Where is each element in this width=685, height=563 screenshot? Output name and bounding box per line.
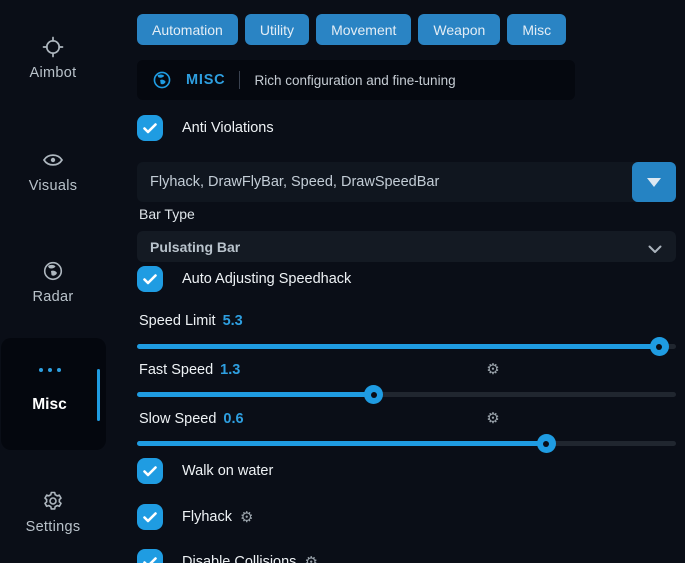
tab-automation[interactable]: Automation <box>137 14 238 45</box>
gear-icon[interactable]: ⚙ <box>483 362 503 377</box>
speed-limit-slider[interactable] <box>137 344 676 349</box>
sidebar-item-label: Radar <box>33 289 74 305</box>
sidebar-item-visuals[interactable]: Visuals <box>0 149 106 195</box>
checkbox-label: Auto Adjusting Speedhack <box>182 271 351 287</box>
checkbox-label: Anti Violations <box>182 120 274 136</box>
dots-icon <box>1 368 98 372</box>
globe-icon <box>42 260 64 282</box>
sidebar-item-label: Misc <box>1 396 98 414</box>
active-indicator <box>97 369 100 421</box>
sidebar-item-label: Visuals <box>29 178 78 194</box>
sidebar-item-misc[interactable]: Misc <box>1 338 106 450</box>
slow-speed-value: 0.6 <box>223 411 243 427</box>
sidebar-item-label: Settings <box>26 519 81 535</box>
crosshair-icon <box>42 36 64 58</box>
checkbox-checked-icon[interactable] <box>137 504 163 530</box>
checkbox-label: Disable Collisions <box>182 554 296 563</box>
sidebar: Aimbot Visuals Radar Mi <box>0 0 120 563</box>
tab-misc[interactable]: Misc <box>507 14 566 45</box>
fast-speed-value: 1.3 <box>220 362 240 378</box>
sidebar-item-settings[interactable]: Settings <box>0 490 106 536</box>
tab-utility[interactable]: Utility <box>245 14 309 45</box>
globe-icon <box>152 70 172 90</box>
category-tabs: Automation Utility Movement Weapon Misc <box>137 14 566 45</box>
checkbox-checked-icon[interactable] <box>137 266 163 292</box>
section-header: MISC Rich configuration and fine-tuning <box>137 60 575 100</box>
misc-panel: Automation Utility Movement Weapon Misc … <box>137 0 676 563</box>
sidebar-item-aimbot[interactable]: Aimbot <box>0 36 106 82</box>
fast-speed-slider[interactable] <box>137 392 676 397</box>
checkbox-checked-icon[interactable] <box>137 549 163 563</box>
sidebar-item-label: Aimbot <box>30 65 77 81</box>
eye-icon <box>42 149 64 171</box>
tab-movement[interactable]: Movement <box>316 14 411 45</box>
slow-speed-label: Slow Speed 0.6 <box>139 411 244 427</box>
triangle-down-icon <box>647 178 661 187</box>
gear-icon[interactable]: ⚙ <box>240 510 253 525</box>
speed-limit-value: 5.3 <box>223 313 243 329</box>
checkbox-walk-on-water[interactable]: Walk on water <box>137 458 273 484</box>
slider-fill <box>137 344 660 349</box>
bar-flags-dropdown-button[interactable] <box>632 162 676 202</box>
checkbox-flyhack[interactable]: Flyhack ⚙ <box>137 504 253 530</box>
section-title: MISC <box>186 72 225 88</box>
slider-thumb[interactable] <box>364 385 383 404</box>
sidebar-item-radar[interactable]: Radar <box>0 260 106 306</box>
tab-weapon[interactable]: Weapon <box>418 14 500 45</box>
checkbox-label: Flyhack <box>182 509 232 525</box>
fast-speed-label: Fast Speed 1.3 <box>139 362 240 378</box>
bar-flags-field[interactable]: Flyhack, DrawFlyBar, Speed, DrawSpeedBar <box>137 162 676 202</box>
checkbox-anti-violations[interactable]: Anti Violations <box>137 115 274 141</box>
divider <box>239 71 240 89</box>
bar-type-label: Bar Type <box>139 206 195 222</box>
checkbox-label: Walk on water <box>182 463 273 479</box>
gear-icon[interactable]: ⚙ <box>483 411 503 426</box>
slider-thumb[interactable] <box>537 434 556 453</box>
section-subtitle: Rich configuration and fine-tuning <box>254 73 455 88</box>
bar-type-value: Pulsating Bar <box>150 239 240 255</box>
chevron-down-icon <box>648 241 662 259</box>
slider-fill <box>137 392 374 397</box>
checkbox-checked-icon[interactable] <box>137 115 163 141</box>
cheat-menu-window: Aimbot Visuals Radar Mi <box>0 0 685 563</box>
bar-flags-value: Flyhack, DrawFlyBar, Speed, DrawSpeedBar <box>150 174 439 190</box>
bar-type-select[interactable]: Pulsating Bar <box>137 231 676 262</box>
slow-speed-slider[interactable] <box>137 441 676 446</box>
speed-limit-label: Speed Limit 5.3 <box>139 313 243 329</box>
gear-icon[interactable]: ⚙ <box>304 555 317 563</box>
gear-icon <box>42 490 64 512</box>
checkbox-disable-collisions[interactable]: Disable Collisions ⚙ <box>137 549 318 563</box>
slider-fill <box>137 441 547 446</box>
slider-thumb[interactable] <box>650 337 669 356</box>
checkbox-auto-adjusting-speedhack[interactable]: Auto Adjusting Speedhack <box>137 266 351 292</box>
checkbox-checked-icon[interactable] <box>137 458 163 484</box>
